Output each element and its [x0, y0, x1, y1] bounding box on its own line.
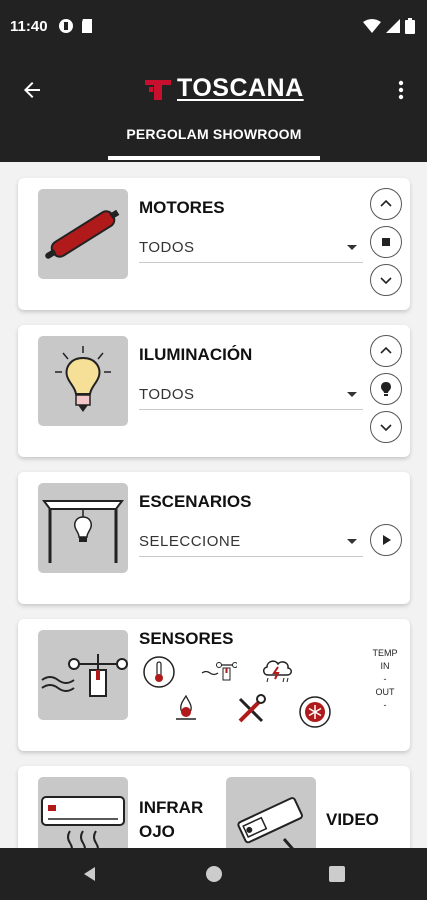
dropdown-caret-icon: [347, 392, 357, 397]
iluminacion-up-button[interactable]: [370, 335, 402, 367]
system-icons: [363, 18, 415, 34]
motores-dropdown-value: TODOS: [139, 239, 195, 256]
chevron-down-icon: [380, 424, 392, 432]
status-bar: 11:40: [0, 0, 427, 56]
iluminacion-dropdown-value: TODOS: [139, 386, 195, 403]
motores-card: MOTORES TODOS: [18, 178, 410, 310]
wind-sensor-icon: [41, 654, 128, 697]
escenarios-dropdown[interactable]: SELECCIONE: [139, 527, 363, 557]
chevron-up-icon: [380, 199, 392, 207]
signal-icon: [386, 19, 400, 33]
app-notification-icon: [59, 19, 73, 33]
motor-thumbnail: [38, 189, 128, 279]
chevron-down-icon: [380, 277, 392, 285]
wind-sensor-small-icon[interactable]: [201, 657, 237, 683]
infrarojo-line1: INFRAR: [139, 798, 204, 817]
lightbulb-icon: [55, 346, 111, 412]
brand-name: TOSCANA: [177, 74, 304, 102]
iluminacion-toggle-button[interactable]: [370, 373, 402, 405]
brand-logo: TOSCANA: [145, 74, 304, 103]
motores-up-button[interactable]: [370, 188, 402, 220]
light-thumbnail: [38, 336, 128, 426]
thermometer-icon[interactable]: [142, 655, 176, 689]
motores-dropdown[interactable]: TODOS: [139, 233, 363, 263]
infrarojo-line2: OJO: [139, 822, 175, 841]
aircon-thumbnail: [38, 777, 128, 848]
scene-thumbnail: [38, 483, 128, 573]
iluminacion-card: ILUMINACIÓN TODOS: [18, 325, 410, 457]
motor-tube-icon: [45, 209, 120, 259]
status-time: 11:40: [10, 18, 48, 35]
motores-down-button[interactable]: [370, 264, 402, 296]
app-bar: TOSCANA PERGOLAM SHOWROOM: [0, 56, 427, 162]
escenarios-title: ESCENARIOS: [139, 492, 252, 511]
pergola-scene-icon: [42, 500, 124, 563]
temp-out-label: OUT: [375, 687, 395, 697]
device-list[interactable]: MOTORES TODOS ILUMINACIÓN TODOS ESCENARI…: [0, 162, 427, 848]
notification-icons: [58, 18, 94, 34]
system-nav-bar: [0, 848, 427, 900]
stop-icon: [382, 238, 390, 246]
sensores-title: SENSORES: [139, 629, 234, 648]
more-vert-icon[interactable]: [389, 78, 413, 102]
battery-icon: [405, 18, 415, 34]
frost-sensor-icon[interactable]: [298, 695, 332, 729]
nav-home-icon[interactable]: [204, 864, 224, 884]
temp-out-value: -: [383, 700, 387, 710]
air-conditioner-icon: [41, 796, 125, 848]
temp-label: TEMP: [372, 648, 398, 658]
iluminacion-title: ILUMINACIÓN: [139, 345, 253, 364]
dropdown-caret-icon: [347, 539, 357, 544]
temp-readout: TEMP IN - OUT -: [370, 647, 400, 712]
fire-sensor-icon[interactable]: [172, 693, 200, 725]
tab-indicator: [108, 156, 320, 160]
iluminacion-dropdown[interactable]: TODOS: [139, 380, 363, 410]
security-camera-icon: [237, 797, 303, 848]
iluminacion-down-button[interactable]: [370, 411, 402, 443]
camera-thumbnail: [226, 777, 316, 848]
nav-back-icon[interactable]: [80, 864, 100, 884]
wifi-icon: [363, 19, 381, 33]
escenarios-card: ESCENARIOS SELECCIONE: [18, 472, 410, 604]
toscana-logo-icon: [145, 79, 171, 100]
temp-in-value: -: [383, 674, 387, 684]
motores-stop-button[interactable]: [370, 226, 402, 258]
sensores-card: SENSORES TEMP IN - OUT -: [18, 619, 410, 751]
nav-recents-icon[interactable]: [327, 864, 347, 884]
sensor-thumbnail: [38, 630, 128, 720]
bulb-icon: [381, 382, 391, 396]
infrarojo-video-card: INFRAR OJO VIDEO: [18, 766, 410, 848]
escenarios-play-button[interactable]: [370, 524, 402, 556]
storm-cloud-icon[interactable]: [260, 655, 294, 687]
tools-icon[interactable]: [234, 693, 268, 727]
temp-in-label: IN: [380, 661, 390, 671]
motores-title: MOTORES: [139, 198, 225, 217]
dropdown-caret-icon: [347, 245, 357, 250]
sd-card-icon: [82, 19, 92, 33]
infrarojo-label[interactable]: INFRAR OJO: [139, 796, 203, 844]
tab-pergolam-showroom[interactable]: PERGOLAM SHOWROOM: [108, 126, 320, 142]
video-label[interactable]: VIDEO: [326, 808, 379, 832]
chevron-up-icon: [380, 346, 392, 354]
back-arrow-icon[interactable]: [20, 78, 44, 102]
play-icon: [383, 535, 391, 545]
escenarios-dropdown-value: SELECCIONE: [139, 533, 241, 550]
